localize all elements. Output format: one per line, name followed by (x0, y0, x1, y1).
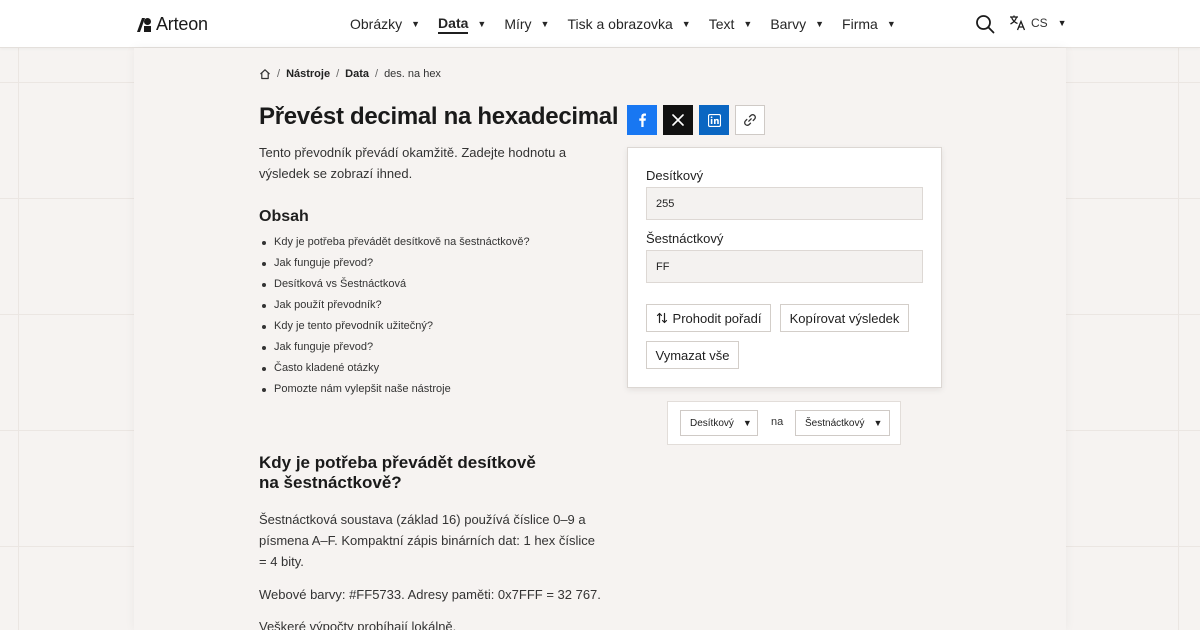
chevron-down-icon: ▼ (742, 418, 752, 428)
hex-label: Šestnáctkový (646, 231, 724, 246)
nav-item-label: Firma (842, 16, 878, 32)
chevron-down-icon: ▼ (743, 19, 753, 29)
toc-item[interactable]: Kdy je potřeba převádět desítkově na šes… (259, 232, 530, 253)
nav-item-label: Text (708, 16, 735, 32)
chevron-down-icon: ▼ (873, 418, 883, 428)
nav-item-label: Obrázky (350, 16, 403, 32)
toc-item[interactable]: Jak funguje převod? (259, 253, 530, 274)
breadcrumb-separator: / (336, 68, 340, 80)
converter-panel: Desítkový Šestnáctkový Prohodit pořadí K… (627, 147, 942, 388)
main-nav: Obrázky ▼ Data ▼ Míry ▼ Tisk a obrazovka… (350, 0, 914, 48)
breadcrumb-separator: / (277, 68, 281, 80)
toc-item[interactable]: Často kladené otázky (259, 358, 530, 379)
search-icon[interactable] (975, 14, 995, 34)
brand-name: Arteon (156, 14, 208, 34)
breadcrumb-link-data[interactable]: Data (345, 68, 369, 80)
toc-item[interactable]: Kdy je tento převodník užitečný? (259, 316, 530, 337)
nav-item-tisk-a-obrazovka[interactable]: Tisk a obrazovka ▼ (567, 16, 690, 32)
page-intro: Tento převodník převádí okamžitě. Zadejt… (259, 145, 567, 181)
toc-item[interactable]: Jak funguje převod? (259, 337, 530, 358)
breadcrumb-separator: / (375, 68, 379, 80)
hex-output[interactable] (646, 250, 923, 283)
toc-item[interactable]: Desítková vs Šestnáctková (259, 274, 530, 295)
home-icon[interactable] (259, 68, 271, 80)
swap-arrows-icon (656, 312, 667, 324)
language-code: CS (1031, 15, 1048, 30)
nav-item-barvy[interactable]: Barvy ▼ (770, 16, 824, 32)
swap-order-label: Prohodit pořadí (672, 310, 762, 326)
table-of-contents: Kdy je potřeba převádět desítkově na šes… (259, 232, 530, 400)
decimal-input[interactable] (646, 187, 923, 220)
main-content: / Nástroje / Data / des. na hex Převést … (134, 48, 1066, 630)
nav-item-text[interactable]: Text ▼ (709, 16, 753, 32)
copy-link-button[interactable] (735, 105, 765, 135)
brand-logo[interactable]: Arteon (136, 14, 208, 35)
section-heading: Kdy je potřeba převádět desítkově na šes… (259, 453, 536, 492)
from-unit-value: Desítkový (690, 417, 734, 429)
unit-connector: na (771, 416, 784, 428)
decimal-label: Desítkový (646, 168, 704, 183)
nav-item-label: Tisk a obrazovka (567, 16, 673, 32)
chevron-down-icon: ▼ (540, 19, 550, 29)
breadcrumb-current: des. na hex (384, 68, 441, 80)
translate-icon (1010, 15, 1026, 31)
nav-item-label: Data (438, 15, 469, 34)
facebook-icon (639, 113, 646, 127)
nav-item-miry[interactable]: Míry ▼ (504, 16, 549, 32)
section-paragraph: Webové barvy: #FF5733. Adresy paměti: 0x… (259, 587, 601, 602)
page-title: Převést decimal na hexadecimal (259, 103, 619, 130)
chevron-down-icon: ▼ (886, 19, 896, 29)
swap-order-button[interactable]: Prohodit pořadí (646, 304, 771, 332)
nav-item-obrazky[interactable]: Obrázky ▼ (350, 16, 420, 32)
chevron-down-icon: ▼ (815, 19, 825, 29)
share-buttons (627, 105, 765, 135)
toc-item[interactable]: Jak použít převodník? (259, 295, 530, 316)
arteon-logo-icon (137, 17, 151, 32)
language-selector[interactable]: CS ▼ (1009, 14, 1067, 31)
copy-result-button[interactable]: Kopírovat výsledek (780, 304, 909, 332)
chevron-down-icon: ▼ (411, 19, 421, 29)
chevron-down-icon: ▼ (477, 19, 487, 29)
link-icon (744, 114, 756, 126)
section-paragraph: Veškeré výpočty probíhají lokálně. (259, 619, 457, 630)
share-facebook-button[interactable] (627, 105, 657, 135)
clear-all-button[interactable]: Vymazat vše (646, 341, 739, 369)
share-linkedin-button[interactable] (699, 105, 729, 135)
linkedin-icon (707, 113, 721, 127)
unit-selector-row: Desítkový ▼ na Šestnáctkový ▼ (667, 401, 901, 445)
nav-item-label: Míry (504, 16, 532, 32)
breadcrumb: / Nástroje / Data / des. na hex (259, 68, 441, 80)
from-unit-select[interactable]: Desítkový ▼ (680, 410, 758, 436)
top-navigation-bar: Arteon Obrázky ▼ Data ▼ Míry ▼ Tisk a ob… (0, 0, 1200, 48)
x-icon (672, 114, 684, 126)
toc-item[interactable]: Pomozte nám vylepšit naše nástroje (259, 379, 530, 400)
to-unit-select[interactable]: Šestnáctkový ▼ (795, 410, 890, 436)
section-paragraph: Šestnáctková soustava (základ 16) použív… (259, 512, 596, 569)
to-unit-value: Šestnáctkový (805, 417, 865, 429)
chevron-down-icon: ▼ (1057, 17, 1067, 28)
chevron-down-icon: ▼ (681, 19, 691, 29)
toc-title: Obsah (259, 208, 309, 225)
share-x-button[interactable] (663, 105, 693, 135)
nav-item-firma[interactable]: Firma ▼ (842, 16, 896, 32)
nav-item-data[interactable]: Data ▼ (438, 15, 486, 34)
breadcrumb-link-nastroje[interactable]: Nástroje (286, 68, 330, 80)
nav-item-label: Barvy (770, 16, 807, 32)
